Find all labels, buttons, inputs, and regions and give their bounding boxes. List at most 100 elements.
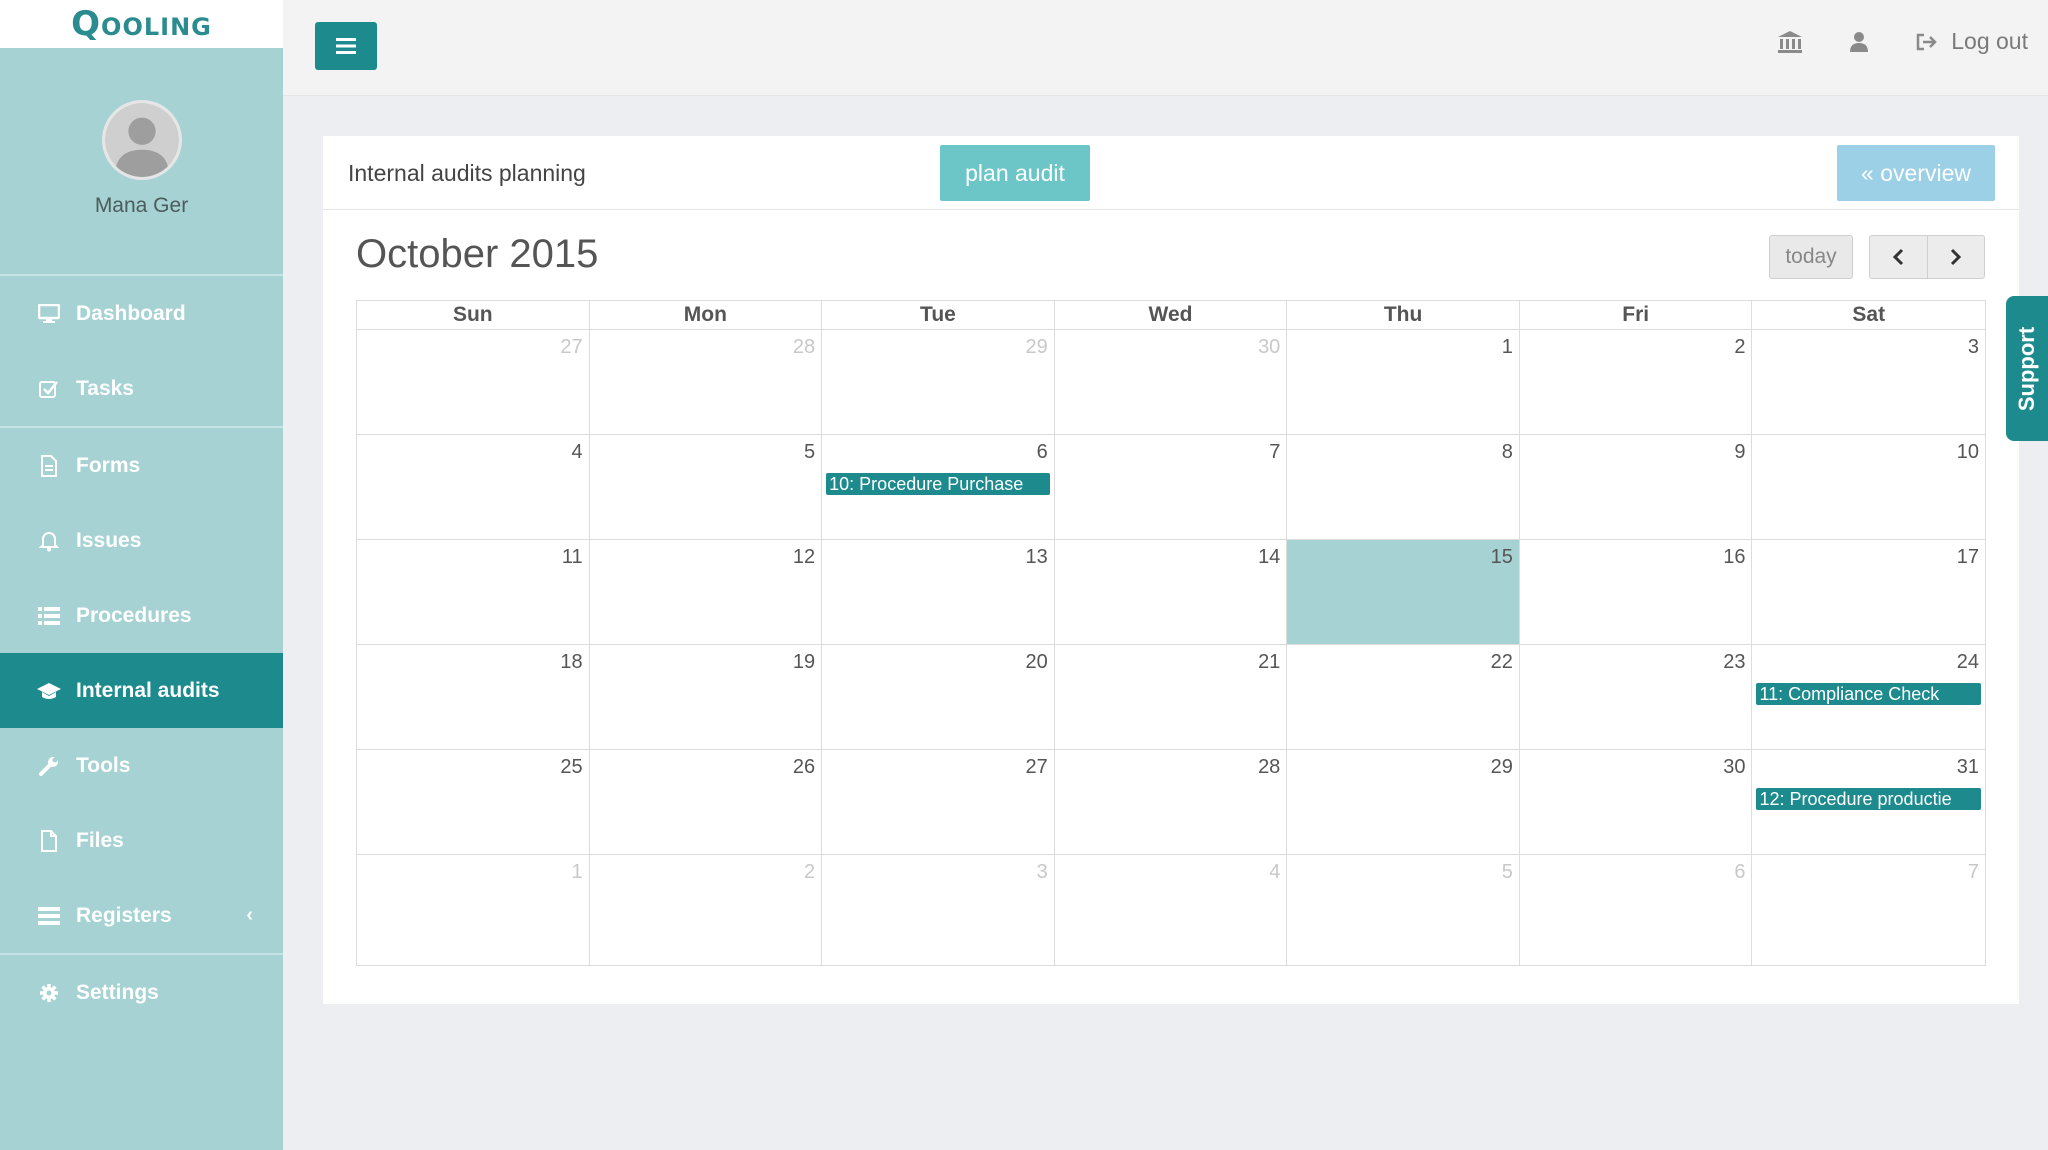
sidebar-item-label: Internal audits [76, 678, 220, 702]
calendar-day-cell[interactable]: 6 10: Procedure Purchase [822, 435, 1055, 539]
calendar-day-cell[interactable]: 27 [822, 750, 1055, 854]
calendar-day-cell[interactable]: 30 [1055, 330, 1288, 434]
calendar-day-cell[interactable]: 4 [357, 435, 590, 539]
calendar-event[interactable]: 11: Compliance Check [1756, 683, 1982, 705]
sidebar-item-label: Forms [76, 453, 141, 477]
calendar-day-cell[interactable]: 13 [822, 540, 1055, 644]
calendar-day-cell[interactable]: 29 [822, 330, 1055, 434]
calendar-day-cell[interactable]: 6 [1520, 855, 1753, 965]
calendar-day-cell[interactable]: 5 [1287, 855, 1520, 965]
chevron-left-icon[interactable]: ‹ [246, 904, 253, 927]
calendar-day-cell[interactable]: 2 [1520, 330, 1753, 434]
day-number: 19 [792, 651, 816, 673]
next-month-button[interactable] [1926, 236, 1985, 278]
calendar-day-cell[interactable]: 3 [1752, 330, 1985, 434]
sidebar-item-tools[interactable]: Tools [0, 728, 283, 803]
calendar-day-cell[interactable]: 31 12: Procedure productie [1752, 750, 1985, 854]
sidebar-item-label: Tools [76, 753, 131, 777]
weekday-header: Sun Mon Tue Wed Thu Fri Sat [357, 301, 1985, 330]
calendar-day-cell[interactable]: 12 [590, 540, 823, 644]
user-profile: Mana Ger [0, 48, 283, 276]
month-navigation [1869, 235, 1985, 279]
calendar-day-cell[interactable]: 14 [1055, 540, 1288, 644]
calendar-day-cell[interactable]: 27 [357, 330, 590, 434]
calendar-day-cell[interactable]: 2 [590, 855, 823, 965]
calendar-day-cell[interactable]: 22 [1287, 645, 1520, 749]
today-button[interactable]: today [1769, 235, 1853, 279]
support-label[interactable]: Support [2014, 326, 2040, 410]
calendar-day-cell[interactable]: 20 [822, 645, 1055, 749]
monitor-icon [36, 303, 62, 324]
plan-audit-button[interactable]: plan audit [940, 145, 1090, 201]
calendar-day-cell[interactable]: 16 [1520, 540, 1753, 644]
weekday-label: Sat [1852, 303, 1886, 326]
graduation-cap-icon [36, 681, 62, 701]
calendar-day-cell[interactable]: 17 [1752, 540, 1985, 644]
sidebar-item-dashboard[interactable]: Dashboard [0, 276, 283, 351]
sidebar-item-issues[interactable]: Issues [0, 503, 283, 578]
bank-icon[interactable] [1777, 30, 1803, 54]
calendar-week-row: 1 2 3 4 5 6 7 [357, 855, 1985, 965]
calendar-title: October 2015 [356, 232, 599, 276]
app-logo[interactable]: Qooling [71, 4, 212, 44]
menu-toggle-button[interactable] [315, 22, 377, 70]
sidebar-item-procedures[interactable]: Procedures [0, 578, 283, 653]
calendar-day-cell[interactable]: 3 [822, 855, 1055, 965]
calendar-day-cell[interactable]: 24 11: Compliance Check [1752, 645, 1985, 749]
day-number: 3 [1967, 336, 1980, 358]
overview-button[interactable]: « overview [1837, 145, 1995, 201]
calendar-day-cell[interactable]: 30 [1520, 750, 1753, 854]
calendar-day-cell[interactable]: 7 [1055, 435, 1288, 539]
weekday-label: Thu [1287, 301, 1520, 329]
document-icon [36, 454, 62, 477]
day-number: 1 [571, 861, 583, 883]
sidebar-item-forms[interactable]: Forms [0, 428, 283, 503]
calendar-day-cell[interactable]: 8 [1287, 435, 1520, 539]
sidebar-item-tasks[interactable]: Tasks [0, 351, 283, 426]
support-tab[interactable]: Support [2006, 296, 2048, 441]
avatar[interactable] [101, 100, 182, 180]
calendar-event[interactable]: 10: Procedure Purchase [826, 473, 1050, 495]
logo-area[interactable]: Qooling [0, 0, 283, 48]
calendar-day-cell[interactable]: 26 [590, 750, 823, 854]
day-number: 2 [804, 861, 816, 883]
sidebar-item-registers[interactable]: Registers ‹ [0, 878, 283, 953]
calendar-day-cell[interactable]: 23 [1520, 645, 1753, 749]
calendar-day-cell[interactable]: 1 [1287, 330, 1520, 434]
day-number: 16 [1723, 546, 1746, 568]
calendar-event[interactable]: 12: Procedure productie [1756, 788, 1982, 810]
calendar-day-cell[interactable]: 19 [590, 645, 823, 749]
user-silhouette-icon [104, 103, 179, 177]
day-number: 25 [560, 756, 583, 778]
logout-link[interactable]: Log out [1915, 28, 2028, 55]
user-icon[interactable] [1849, 31, 1869, 53]
day-number: 23 [1723, 651, 1746, 673]
calendar-day-cell[interactable]: 4 [1055, 855, 1288, 965]
calendar-day-cell[interactable]: 29 [1287, 750, 1520, 854]
day-number: 7 [1967, 861, 1980, 883]
calendar-day-cell[interactable]: 9 [1520, 435, 1753, 539]
file-icon [36, 829, 62, 852]
calendar-day-cell[interactable]: 1 [357, 855, 590, 965]
calendar-day-cell[interactable]: 11 [357, 540, 590, 644]
calendar-day-cell[interactable]: 21 [1055, 645, 1288, 749]
calendar-day-cell[interactable]: 28 [1055, 750, 1288, 854]
calendar-day-cell[interactable]: 5 [590, 435, 823, 539]
calendar-day-cell[interactable]: 25 [357, 750, 590, 854]
day-number: 28 [1258, 756, 1281, 778]
calendar-day-cell[interactable]: 18 [357, 645, 590, 749]
calendar-day-cell[interactable]: 28 [590, 330, 823, 434]
wrench-icon [36, 755, 62, 777]
logout-label[interactable]: Log out [1951, 28, 2028, 55]
calendar-day-cell[interactable]: 10 [1752, 435, 1985, 539]
sidebar-item-internal-audits[interactable]: Internal audits [0, 653, 283, 728]
weekday-label: Mon [590, 301, 823, 329]
calendar-day-today[interactable]: 15 [1287, 540, 1520, 644]
chevron-right-icon [1950, 248, 1961, 266]
list-icon [36, 606, 62, 625]
calendar-day-cell[interactable]: 7 [1752, 855, 1985, 965]
prev-month-button[interactable] [1870, 236, 1927, 278]
sidebar-item-files[interactable]: Files [0, 803, 283, 878]
sidebar-item-settings[interactable]: Settings [0, 955, 283, 1030]
day-number: 1 [1501, 336, 1513, 358]
